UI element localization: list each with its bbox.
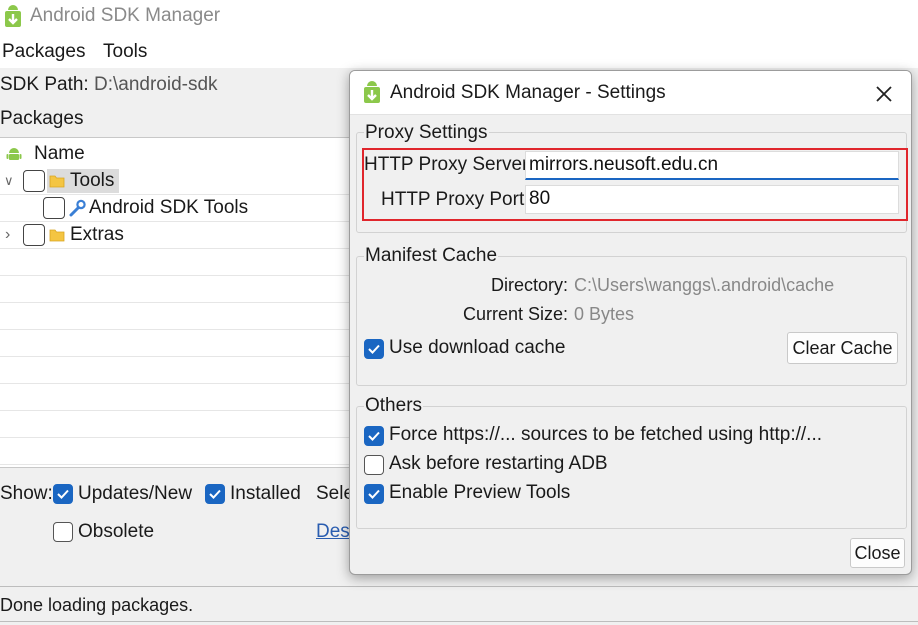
extras-checkbox[interactable] (23, 224, 45, 246)
obsolete-checkbox[interactable] (53, 522, 73, 542)
tree-empty-row (0, 276, 360, 303)
tree-header-name[interactable]: Name (0, 138, 360, 168)
tree-row-label: Android SDK Tools (89, 197, 249, 218)
packages-tree: Name ∨ Tools Android SDK Tools › Extras (0, 137, 360, 468)
status-divider (0, 586, 918, 587)
enable-preview-tools-label: Enable Preview Tools (389, 482, 571, 503)
manifest-cache-title: Manifest Cache (364, 245, 499, 267)
folder-icon (49, 175, 65, 188)
wrench-icon (69, 199, 86, 217)
menu-packages[interactable]: Packages (2, 41, 85, 63)
android-sdk-app-icon (364, 81, 380, 103)
use-download-cache-label: Use download cache (389, 337, 566, 358)
folder-icon (49, 229, 65, 242)
show-label: Show: (0, 483, 53, 504)
main-titlebar: Android SDK Manager (0, 0, 918, 34)
proxy-server-input[interactable]: mirrors.neusoft.edu.cn (525, 151, 899, 180)
tree-row-extras[interactable]: › Extras (0, 222, 360, 249)
others-title: Others (364, 395, 424, 417)
sdk-path-label: SDK Path: (0, 74, 89, 95)
tree-empty-row (0, 411, 360, 438)
checkmark-icon (368, 431, 380, 441)
cache-directory-value: C:\Users\wanggs\.android\cache (574, 275, 835, 295)
cache-size-label: Current Size: (462, 304, 568, 324)
tree-row-label: Tools (70, 170, 115, 191)
proxy-settings-title: Proxy Settings (364, 122, 489, 144)
obsolete-label: Obsolete (78, 521, 155, 542)
cache-size-value: 0 Bytes (574, 304, 635, 324)
dialog-titlebar: Android SDK Manager - Settings (350, 71, 911, 115)
android-sdk-app-icon (5, 5, 21, 27)
checkmark-icon (209, 489, 221, 499)
sdk-path: SDK Path: D:\android-sdk (0, 74, 218, 96)
proxy-port-label: HTTP Proxy Port (381, 189, 525, 210)
cache-directory-label: Directory: (490, 275, 568, 295)
ask-restart-adb-checkbox[interactable] (364, 455, 384, 475)
tree-empty-row (0, 249, 360, 276)
tree-empty-row (0, 357, 360, 384)
checkmark-icon (368, 344, 380, 354)
installed-checkbox[interactable] (205, 484, 225, 504)
sdk-path-value: D:\android-sdk (94, 74, 218, 95)
checkmark-icon (57, 489, 69, 499)
proxy-server-label: HTTP Proxy Server (364, 154, 529, 175)
force-https-checkbox[interactable] (364, 426, 384, 446)
android-sdk-tools-checkbox[interactable] (43, 197, 65, 219)
enable-preview-tools-checkbox[interactable] (364, 484, 384, 504)
checkmark-icon (368, 489, 380, 499)
chevron-down-icon[interactable]: ∨ (4, 173, 14, 189)
android-robot-icon (6, 148, 22, 160)
tree-empty-row (0, 438, 360, 465)
close-button[interactable]: Close (850, 538, 905, 568)
clear-cache-button[interactable]: Clear Cache (787, 332, 898, 364)
menubar: Packages Tools (0, 34, 918, 68)
ask-restart-adb-label: Ask before restarting ADB (389, 453, 608, 474)
tree-row-android-sdk-tools[interactable]: Android SDK Tools (0, 195, 360, 222)
close-icon[interactable] (872, 82, 896, 106)
menu-tools[interactable]: Tools (103, 41, 147, 63)
updates-new-checkbox[interactable] (53, 484, 73, 504)
dialog-title: Android SDK Manager - Settings (390, 82, 666, 103)
status-text: Done loading packages. (0, 595, 194, 615)
main-window-title: Android SDK Manager (30, 5, 221, 26)
bottom-divider (0, 621, 918, 622)
tree-row-label: Extras (70, 224, 124, 245)
tools-checkbox[interactable] (23, 170, 45, 192)
deselect-link[interactable]: Des (316, 521, 350, 543)
updates-new-label: Updates/New (78, 483, 193, 504)
force-https-label: Force https://... sources to be fetched … (389, 424, 823, 445)
installed-label: Installed (230, 483, 301, 504)
chevron-right-icon[interactable]: › (5, 226, 10, 244)
tree-row-tools[interactable]: ∨ Tools (0, 168, 360, 195)
proxy-port-input[interactable]: 80 (525, 185, 899, 214)
tree-empty-row (0, 303, 360, 330)
tree-empty-row (0, 330, 360, 357)
tree-empty-row (0, 384, 360, 411)
settings-dialog: Android SDK Manager - Settings Proxy Set… (349, 70, 912, 575)
packages-section-label: Packages (0, 108, 84, 129)
use-download-cache-checkbox[interactable] (364, 339, 384, 359)
tree-header-label: Name (34, 143, 85, 164)
